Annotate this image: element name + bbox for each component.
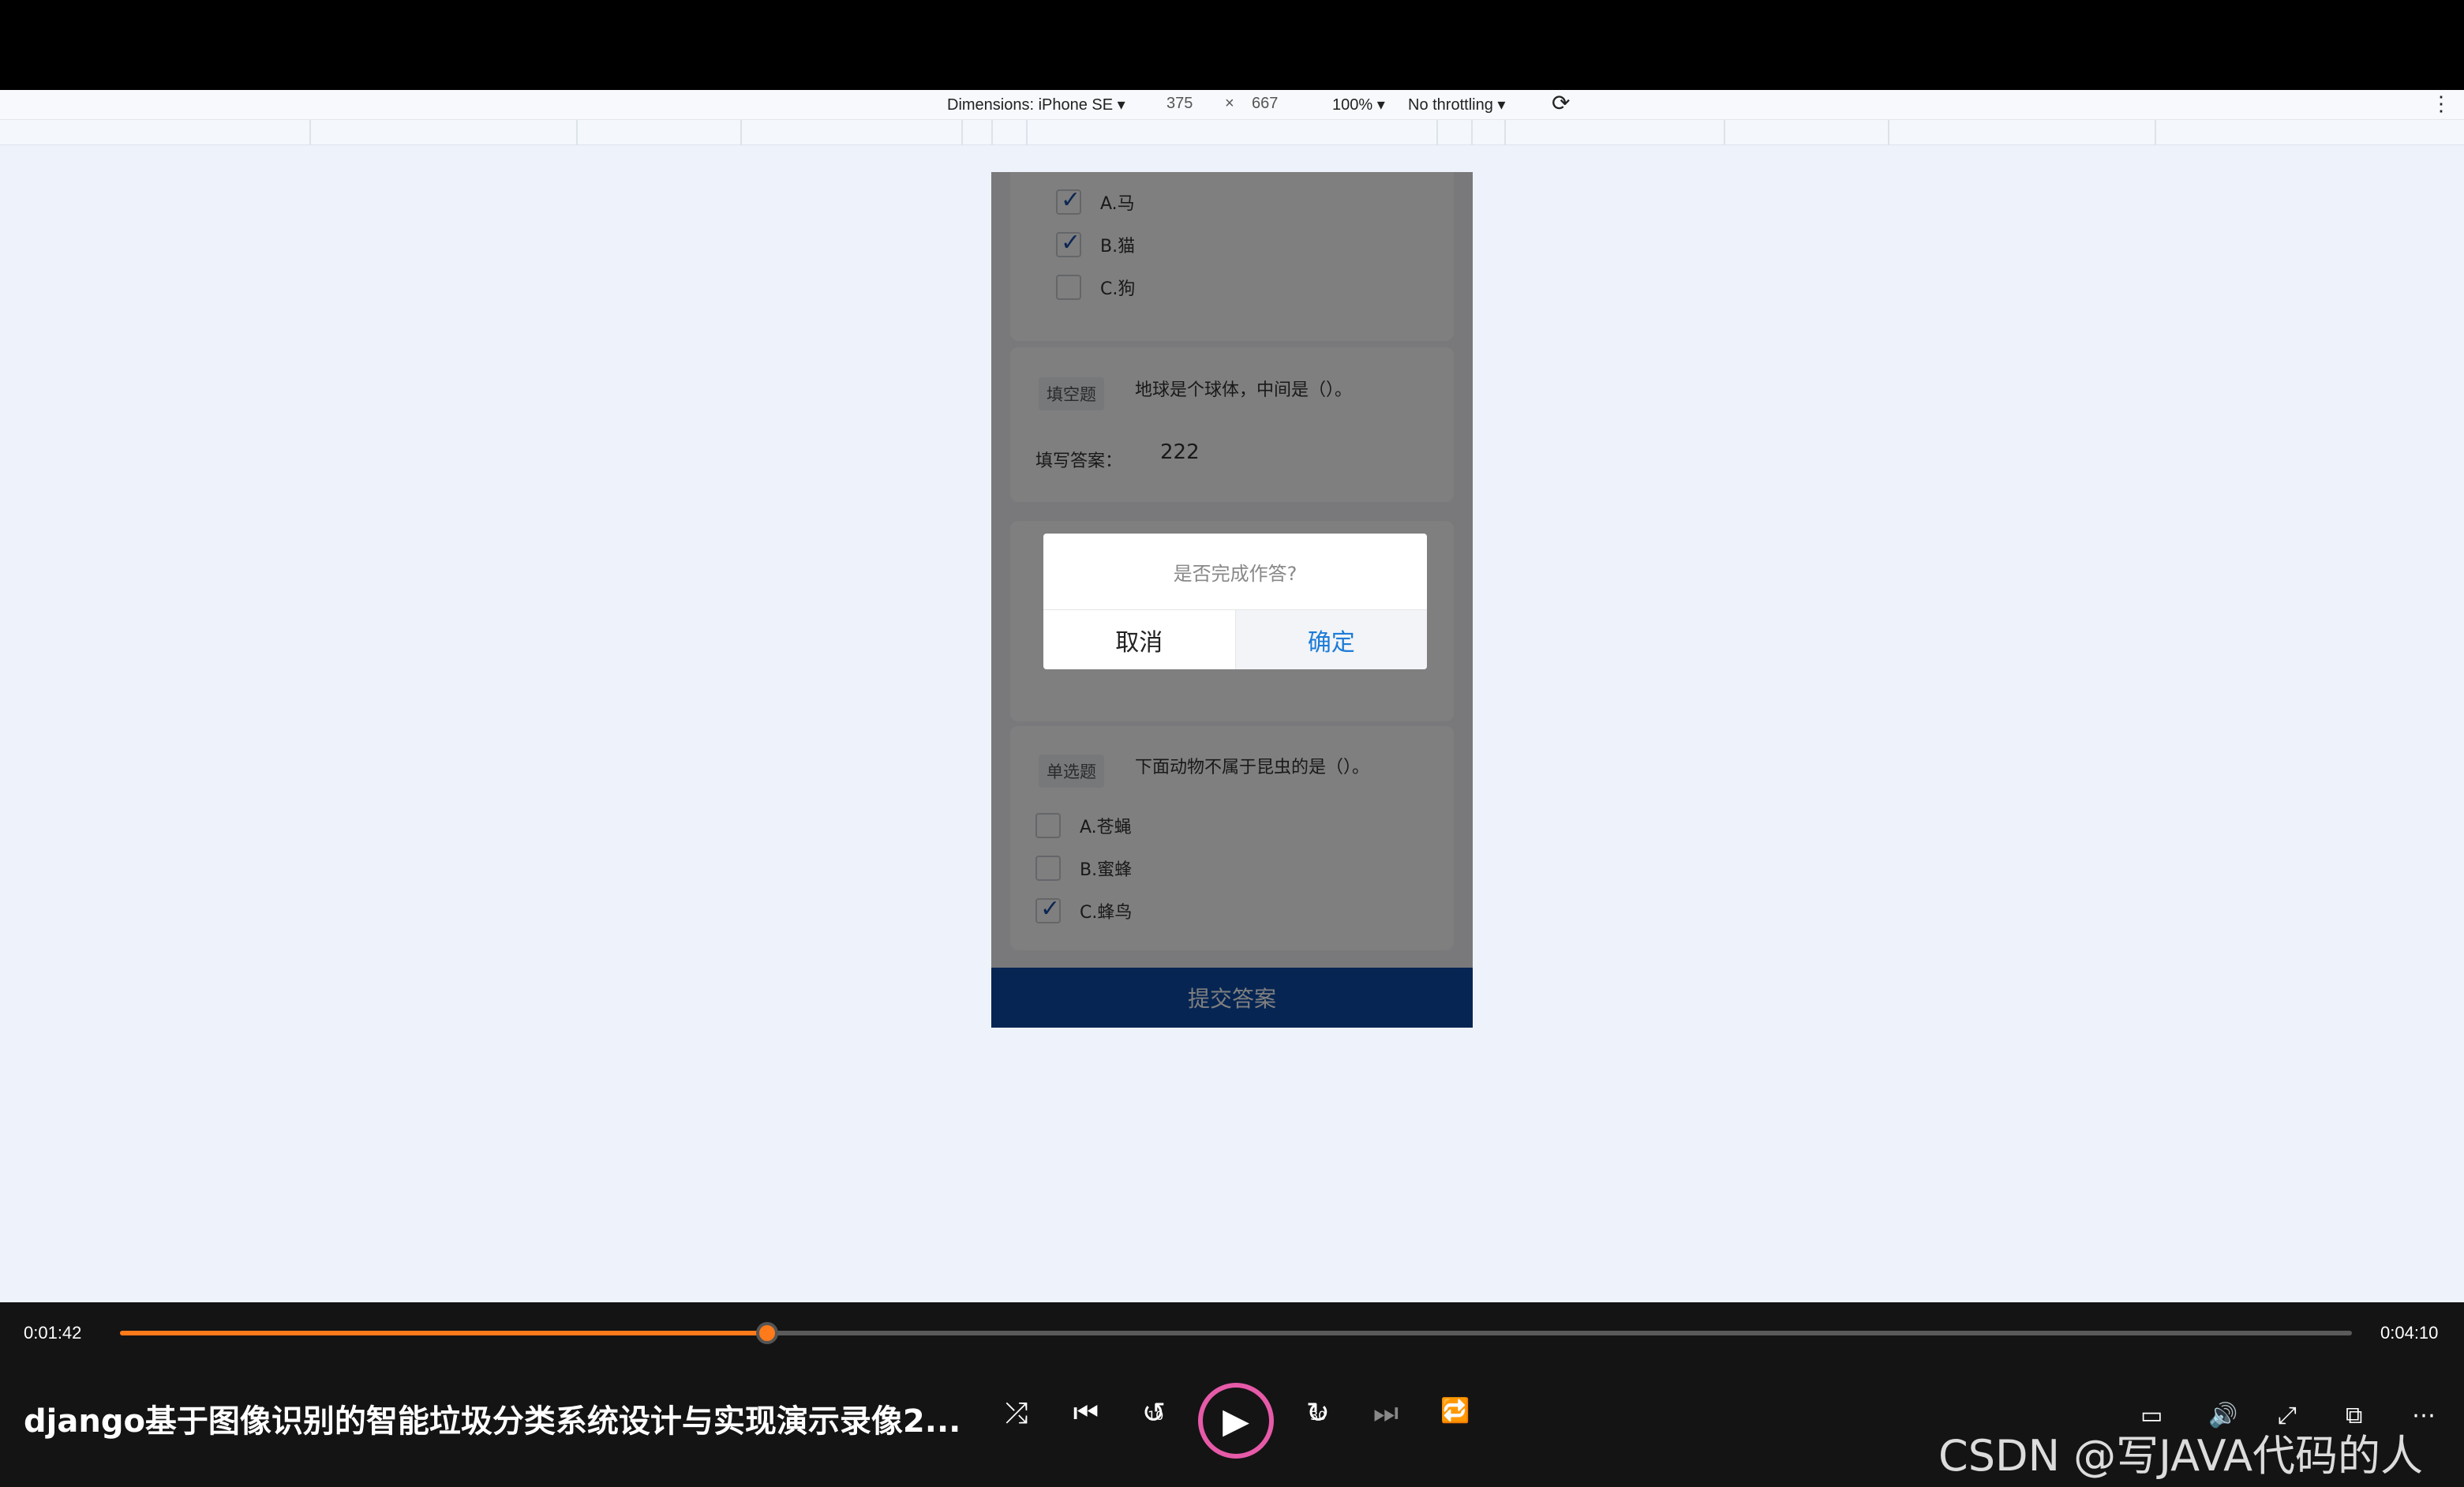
cancel-button[interactable]: 取消: [1043, 610, 1236, 669]
throttling-select[interactable]: No throttling ▾: [1408, 95, 1505, 114]
ruler-tick: [2155, 120, 2156, 145]
next-icon[interactable]: ⏭: [1369, 1397, 1403, 1430]
ruler-tick: [991, 120, 993, 145]
ruler-tick: [1026, 120, 1028, 145]
confirm-dialog: 是否完成作答? 取消 确定: [1043, 534, 1427, 669]
ruler-tick: [1436, 120, 1438, 145]
media-query-ruler: [0, 120, 2464, 145]
forward-seconds: 30: [1310, 1408, 1327, 1423]
duration: 0:04:10: [2380, 1323, 2439, 1343]
shuffle-icon[interactable]: ⤮: [999, 1397, 1034, 1430]
current-time: 0:01:42: [24, 1323, 82, 1343]
ruler-tick: [961, 120, 963, 145]
dimensions-select[interactable]: Dimensions: iPhone SE ▾: [947, 95, 1125, 114]
progress-slider[interactable]: [120, 1322, 2352, 1344]
repeat-icon[interactable]: 🔁: [1438, 1397, 1473, 1425]
progress-fill: [120, 1331, 768, 1335]
ruler-tick: [1724, 120, 1725, 145]
zoom-select[interactable]: 100% ▾: [1332, 95, 1385, 114]
ruler-tick: [740, 120, 742, 145]
ruler-tick: [1504, 120, 1506, 145]
dialog-message: 是否完成作答?: [1173, 562, 1298, 585]
ruler-tick: [576, 120, 578, 145]
ruler-tick: [1471, 120, 1473, 145]
ruler-tick: [309, 120, 311, 145]
video-player-bar: 0:01:42 0:04:10 django基于图像识别的智能垃圾分类系统设计与…: [0, 1302, 2464, 1487]
progress-handle[interactable]: [756, 1322, 779, 1344]
rewind-seconds: 10: [1148, 1408, 1164, 1423]
times-sign: ×: [1225, 95, 1234, 112]
height-input[interactable]: 667: [1252, 95, 1278, 113]
forward-30-icon[interactable]: ↻ 30: [1301, 1397, 1335, 1429]
previous-icon[interactable]: ⏮: [1069, 1397, 1103, 1430]
confirm-button[interactable]: 确定: [1235, 610, 1427, 669]
play-button[interactable]: ▶: [1198, 1383, 1274, 1459]
rotate-icon[interactable]: ⟳: [1552, 90, 1570, 116]
rewind-10-icon[interactable]: ↺ 10: [1137, 1397, 1171, 1429]
width-input[interactable]: 375: [1166, 95, 1193, 113]
ruler-tick: [1888, 120, 1889, 145]
dialog-buttons: 取消 确定: [1043, 609, 1427, 669]
device-toolbar: Dimensions: iPhone SE ▾ 375 × 667 100% ▾…: [0, 90, 2464, 120]
play-icon: ▶: [1223, 1400, 1249, 1441]
top-black-bar: [0, 0, 2464, 90]
video-title: django基于图像识别的智能垃圾分类系统设计与实现演示录像2...: [24, 1403, 961, 1440]
watermark: CSDN @写JAVA代码的人: [1938, 1431, 2424, 1481]
more-options-icon[interactable]: ⋮: [2431, 92, 2451, 116]
